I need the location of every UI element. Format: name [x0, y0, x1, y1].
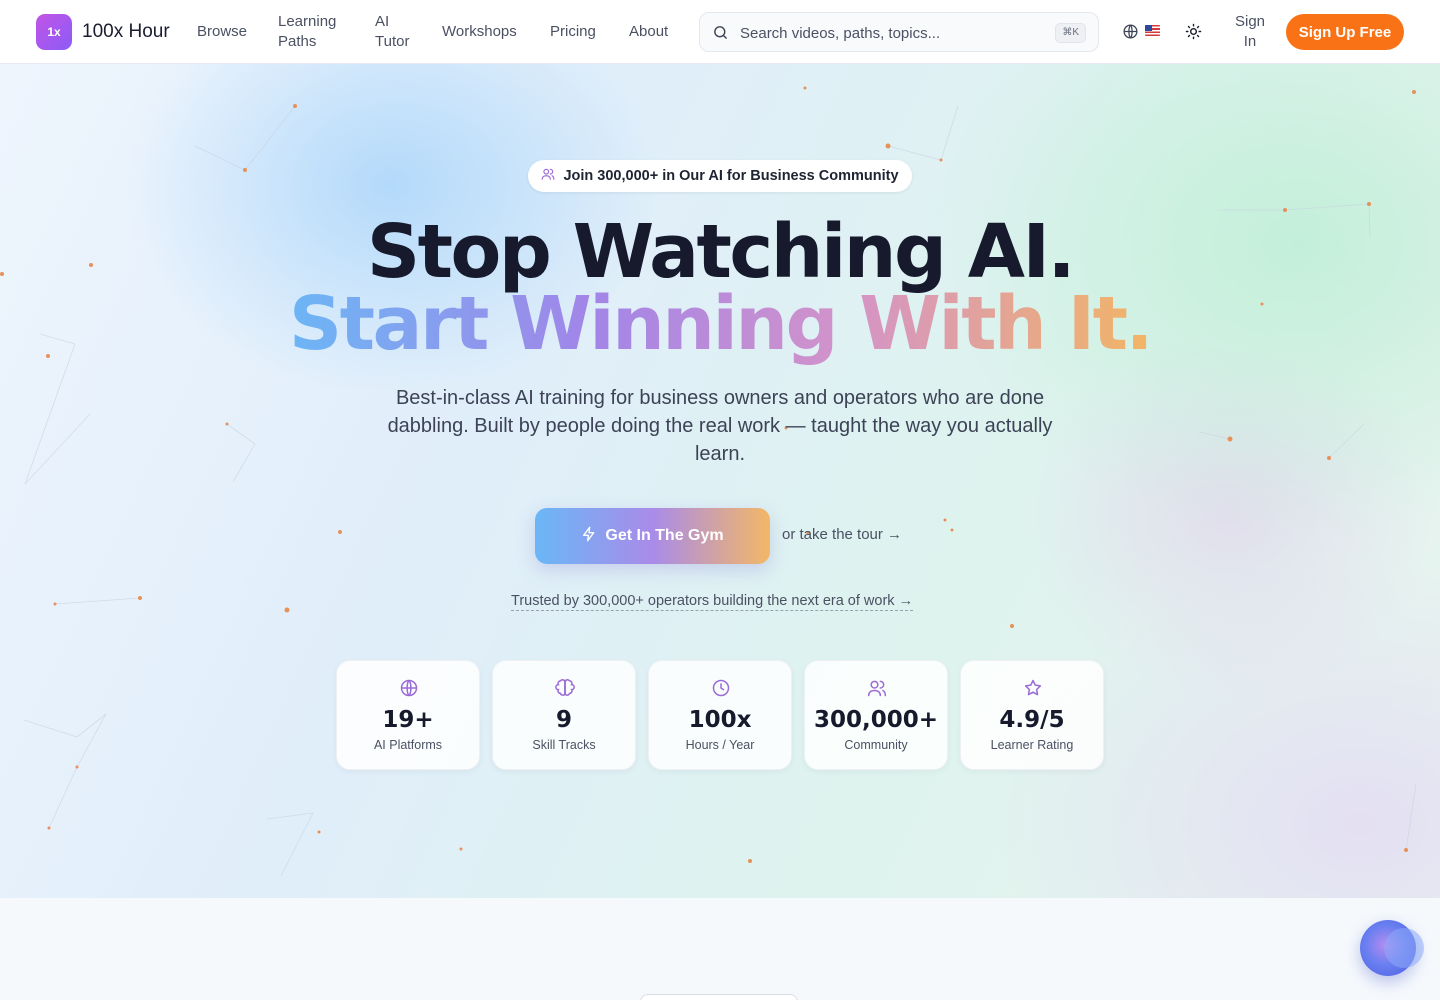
top-nav: 1x 100x Hour Browse Learning Paths AI Tu… [0, 0, 1440, 64]
stat-label: AI Platforms [373, 738, 443, 752]
nav-browse[interactable]: Browse [197, 22, 247, 42]
nav-about[interactable]: About [629, 22, 668, 42]
stat-card-community: 300,000+ Community [804, 660, 948, 770]
hero-headline-line2: Start Winning With It. [0, 286, 1440, 362]
stat-value: 19+ [382, 707, 434, 733]
stat-label: Community [844, 738, 908, 752]
get-in-the-gym-label: Get In The Gym [605, 527, 724, 544]
hero-section: Join 300,000+ in Our AI for Business Com… [0, 64, 1440, 898]
theme-toggle-sun-icon[interactable] [1185, 23, 1202, 45]
stat-value: 4.9/5 [999, 707, 1065, 733]
hero-subheadline: Best-in-class AI training for business o… [387, 387, 1053, 465]
search-input[interactable] [740, 22, 1040, 44]
trusted-by-link[interactable]: Trusted by 300,000+ operators building t… [511, 593, 914, 611]
search-icon [712, 24, 729, 46]
community-badge[interactable]: Join 300,000+ in Our AI for Business Com… [528, 160, 912, 192]
nav-ai-tutor[interactable]: AI Tutor [375, 12, 415, 52]
star-icon [1023, 678, 1043, 703]
stat-label: Learner Rating [990, 738, 1074, 752]
search-bar: ⌘K [699, 12, 1099, 52]
stat-value: 100x [688, 707, 752, 733]
nav-pricing[interactable]: Pricing [550, 22, 596, 42]
logo[interactable]: 1x 100x Hour [36, 14, 170, 50]
nav-learning-paths[interactable]: Learning Paths [278, 12, 342, 52]
sign-up-button[interactable]: Sign Up Free [1286, 14, 1404, 50]
stat-card-platforms: 19+ AI Platforms [336, 660, 480, 770]
globe-icon [399, 678, 419, 703]
stat-card-rating: 4.9/5 Learner Rating [960, 660, 1104, 770]
brand-name: 100x Hour [82, 21, 170, 42]
stat-value: 9 [555, 707, 572, 733]
users-icon [541, 167, 555, 185]
hero-headline-gradient-text: Start Winning With It. [288, 281, 1154, 367]
nav-workshops[interactable]: Workshops [442, 22, 517, 42]
hero-headline-line1: Stop Watching AI. [366, 209, 1076, 295]
us-flag-icon[interactable] [1145, 25, 1160, 36]
brain-icon [555, 678, 575, 703]
stat-label: Skill Tracks [532, 738, 596, 752]
language-globe-icon[interactable] [1122, 23, 1139, 45]
ai-chat-assistant-button[interactable] [1360, 920, 1424, 976]
stat-label: Hours / Year [685, 738, 755, 752]
stat-card-hours: 100x Hours / Year [648, 660, 792, 770]
community-badge-text: Join 300,000+ in Our AI for Business Com… [563, 168, 899, 184]
section-tab-edge [640, 994, 798, 1000]
users-icon [867, 678, 887, 703]
sign-in-link[interactable]: Sign In [1228, 12, 1272, 52]
logo-mark: 1x [36, 14, 72, 50]
next-section [0, 898, 1440, 1000]
take-the-tour-link[interactable]: or take the tour → [782, 526, 902, 543]
stat-value: 300,000+ [813, 707, 939, 733]
stat-card-skill-tracks: 9 Skill Tracks [492, 660, 636, 770]
search-shortcut-hint: ⌘K [1055, 23, 1086, 43]
lightning-icon [581, 526, 597, 547]
get-in-the-gym-button[interactable]: Get In The Gym [535, 508, 770, 564]
clock-icon [711, 678, 731, 703]
